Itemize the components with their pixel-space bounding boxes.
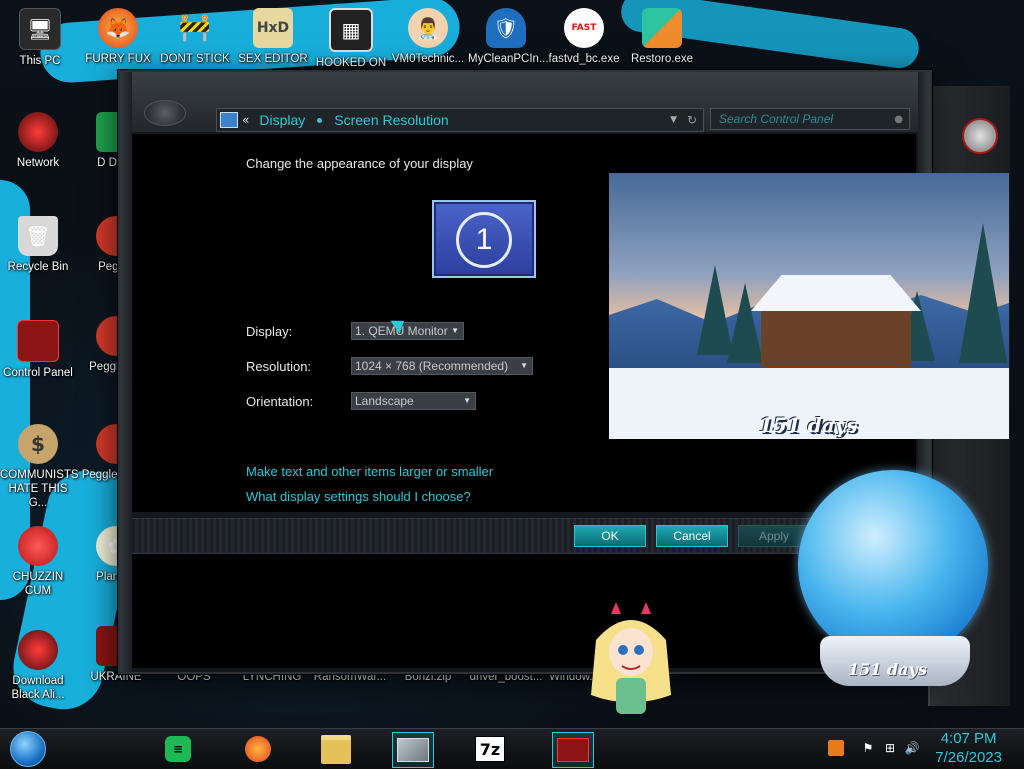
search-icon[interactable]: ● bbox=[894, 114, 903, 125]
hxd-icon: HxD bbox=[253, 8, 293, 48]
desktop-icon-communists[interactable]: $ COMMUNISTS HATE THIS G... bbox=[0, 424, 79, 510]
taskbar: ≡ 7z ⚑ ⊞ 🔊 4:07 PM 7/26/2023 bbox=[0, 728, 1024, 769]
tray-app-icon[interactable] bbox=[828, 740, 844, 756]
alien-head-icon[interactable] bbox=[962, 118, 998, 154]
display-help-link[interactable]: What display settings should I choose? bbox=[246, 489, 471, 504]
address-bar[interactable]: « Display Screen Resolution ▼ ↻ bbox=[216, 108, 704, 132]
orientation-label: Orientation: bbox=[246, 394, 314, 409]
money-bag-icon: $ bbox=[18, 424, 58, 464]
taskbar-alienware-gadget[interactable] bbox=[552, 732, 594, 768]
pine-tree-graphic bbox=[727, 283, 763, 363]
clock-date: 7/26/2023 bbox=[935, 749, 1002, 766]
desktop-icon-dont-stick[interactable]: 🚧 DONT STICK bbox=[157, 8, 233, 66]
refresh-icon[interactable]: ↻ bbox=[687, 113, 697, 127]
alienware-gadget-icon bbox=[557, 738, 589, 762]
desktop-icon-fastvd[interactable]: FAST fastvd_bc.exe bbox=[546, 8, 622, 66]
alienware-logo-icon bbox=[144, 100, 186, 126]
monitor-number: 1 bbox=[456, 212, 512, 268]
chuzzle-icon bbox=[18, 526, 58, 566]
star-butterfly-character bbox=[591, 602, 671, 714]
taskbar-display-settings[interactable] bbox=[392, 732, 434, 768]
recycle-bin-icon: 🗑 bbox=[18, 216, 58, 256]
vlc-icon: 🚧 bbox=[178, 13, 212, 43]
resolution-label: Resolution: bbox=[246, 359, 312, 374]
control-panel-icon bbox=[17, 320, 59, 362]
taskbar-firefox[interactable] bbox=[238, 732, 278, 766]
desktop-icon-download-black-alien[interactable]: Download Black Ali... bbox=[0, 630, 76, 702]
chevron-down-icon: ▼ bbox=[451, 326, 459, 335]
desktop-icon-recycle-bin[interactable]: 🗑 Recycle Bin bbox=[0, 216, 76, 274]
desktop-icon-sex-editor[interactable]: HxD SEX EDITOR bbox=[235, 8, 311, 66]
system-clock[interactable]: 4:07 PM 7/26/2023 bbox=[935, 729, 1002, 767]
breadcrumb-separator bbox=[317, 117, 323, 123]
taskbar-7zip[interactable]: 7z bbox=[470, 732, 510, 766]
display-settings-icon bbox=[397, 738, 429, 762]
pine-tree-graphic bbox=[959, 223, 1007, 363]
search-box[interactable]: ● bbox=[710, 108, 910, 130]
network-icon bbox=[18, 112, 58, 152]
action-center-flag-icon[interactable]: ⚑ bbox=[860, 740, 876, 756]
desktop-icon-this-pc[interactable]: 🖥 This PC bbox=[2, 8, 78, 68]
breadcrumb-display[interactable]: Display bbox=[259, 112, 305, 128]
orientation-select[interactable]: Landscape ▼ bbox=[351, 392, 476, 410]
chevron-down-icon: ▼ bbox=[520, 361, 528, 370]
monitor-1-thumbnail[interactable]: 1 bbox=[432, 200, 536, 278]
resolution-select-value: 1024 × 768 (Recommended) bbox=[355, 359, 509, 373]
display-select[interactable]: 1. QEMU Monitor ▼ bbox=[351, 322, 464, 340]
chevron-down-icon: ▼ bbox=[463, 396, 471, 405]
ok-button[interactable]: OK bbox=[574, 525, 646, 547]
snow-globe-gadget bbox=[798, 470, 988, 660]
display-label: Display: bbox=[246, 324, 293, 339]
countdown-text: 151 days bbox=[759, 413, 858, 437]
7zip-icon: 7z bbox=[475, 736, 505, 762]
winter-countdown-gadget: 151 days bbox=[609, 173, 1009, 439]
fast-video-icon: FAST bbox=[564, 8, 604, 48]
file-explorer-icon bbox=[321, 734, 351, 764]
taskbar-spotify[interactable]: ≡ bbox=[158, 732, 198, 766]
desktop-icon-furry-fux[interactable]: 🦊 FURRY FUX bbox=[80, 8, 156, 66]
text-size-link[interactable]: Make text and other items larger or smal… bbox=[246, 464, 493, 479]
desktop-icon-mycleanpc[interactable]: 🛡 MyCleanPCIn... bbox=[468, 8, 549, 66]
taskbar-file-explorer[interactable] bbox=[316, 732, 356, 766]
cabin-graphic bbox=[751, 275, 921, 367]
cancel-button[interactable]: Cancel bbox=[656, 525, 728, 547]
cabin-roof bbox=[751, 275, 921, 311]
breadcrumb-overflow[interactable]: « bbox=[242, 113, 249, 127]
this-pc-icon: 🖥 bbox=[19, 8, 61, 50]
desktop-icon-vm0technic[interactable]: 👨‍⚕ VM0Technic... bbox=[390, 8, 466, 66]
spotify-icon: ≡ bbox=[165, 736, 191, 762]
desktop-icon-hooked-on[interactable]: ▦ HOOKED ON bbox=[313, 8, 389, 70]
apply-button[interactable]: Apply bbox=[738, 525, 810, 547]
window-frame-left bbox=[120, 72, 132, 672]
clock-time: 4:07 PM bbox=[940, 730, 997, 747]
search-input[interactable] bbox=[717, 111, 891, 127]
breadcrumb-screen-resolution[interactable]: Screen Resolution bbox=[334, 112, 448, 128]
network-tray-icon[interactable]: ⊞ bbox=[882, 740, 898, 756]
address-dropdown-icon[interactable]: ▼ bbox=[670, 115, 677, 125]
doctor-icon: 👨‍⚕ bbox=[408, 8, 448, 48]
globe-countdown-text: 151 days bbox=[848, 660, 927, 679]
resolution-select[interactable]: 1024 × 768 (Recommended) ▼ bbox=[351, 357, 533, 375]
desktop-icon-restoro[interactable]: Restoro.exe bbox=[624, 8, 700, 66]
volume-icon[interactable]: 🔊 bbox=[904, 740, 920, 756]
restoro-icon bbox=[642, 8, 682, 48]
maze-icon: ▦ bbox=[329, 8, 373, 52]
alien-icon bbox=[18, 630, 58, 670]
firefox-icon bbox=[245, 736, 271, 762]
page-title: Change the appearance of your display bbox=[246, 156, 473, 171]
start-button[interactable] bbox=[10, 731, 46, 767]
desktop-icon-control-panel[interactable]: Control Panel bbox=[0, 320, 76, 380]
firefox-icon: 🦊 bbox=[98, 8, 138, 48]
shield-icon: 🛡 bbox=[486, 8, 526, 48]
desktop-icon-chuzzin[interactable]: CHUZZIN CUM bbox=[0, 526, 76, 598]
orientation-select-value: Landscape bbox=[355, 394, 414, 408]
control-panel-monitor-icon bbox=[220, 112, 238, 128]
desktop-icon-network[interactable]: Network bbox=[0, 112, 76, 170]
